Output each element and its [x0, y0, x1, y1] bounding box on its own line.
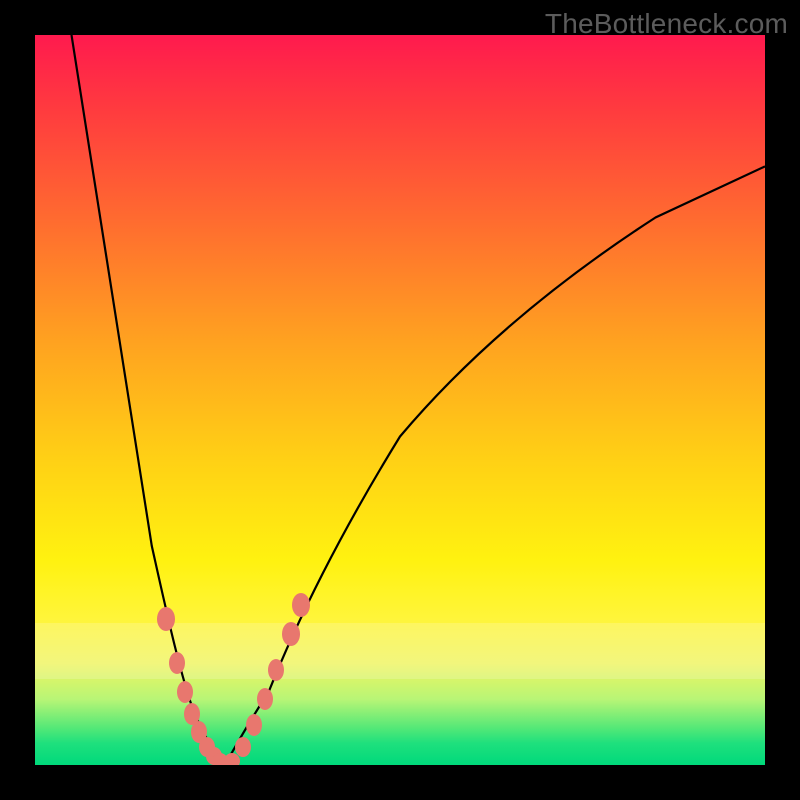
- plot-area: [35, 35, 765, 765]
- watermark-text: TheBottleneck.com: [545, 8, 788, 40]
- marker-group: [157, 593, 310, 765]
- curve-left: [72, 35, 225, 765]
- chart-frame: TheBottleneck.com: [0, 0, 800, 800]
- chart-svg: [35, 35, 765, 765]
- curve-right: [225, 166, 765, 765]
